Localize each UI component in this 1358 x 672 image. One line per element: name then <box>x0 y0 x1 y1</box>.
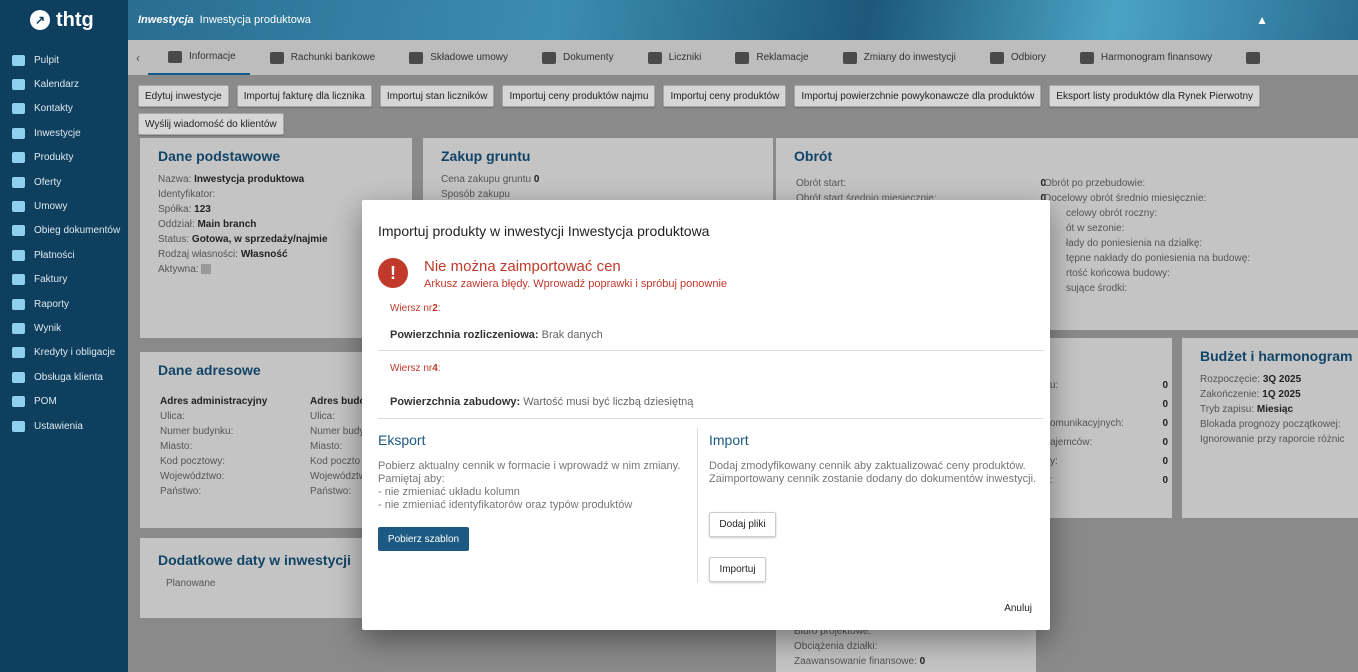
investments-icon <box>12 127 25 139</box>
brand-name: thtg <box>56 8 94 31</box>
sidebar-item-label: Produkty <box>34 152 74 164</box>
sidebar-item-umowy[interactable]: Umowy <box>0 194 128 218</box>
error-subtext: Arkusz zawiera błędy. Wprowadź poprawki … <box>424 278 728 290</box>
sidebar-item-kontakty[interactable]: Kontakty <box>0 97 128 121</box>
sidebar-item-label: Obieg dokumentów <box>34 225 121 237</box>
sidebar-item-kredyty[interactable]: Kredyty i obligacje <box>0 341 128 365</box>
sidebar-item-label: Płatności <box>34 249 75 261</box>
add-files-button[interactable]: Dodaj pliki <box>709 512 776 537</box>
dialog-title: Importuj produkty w inwestycji Inwestycj… <box>378 223 710 239</box>
invoices-icon <box>12 274 25 286</box>
reports-icon <box>12 298 25 310</box>
sidebar-item-inwestycje[interactable]: Inwestycje <box>0 121 128 145</box>
sidebar-item-obsluga-klienta[interactable]: Obsługa klienta <box>0 365 128 389</box>
import-button[interactable]: Importuj <box>709 557 766 582</box>
error-icon: ! <box>378 258 408 288</box>
sidebar-item-kalendarz[interactable]: Kalendarz <box>0 72 128 96</box>
payments-icon <box>12 249 25 261</box>
sidebar: ↗ thtg Pulpit Kalendarz Kontakty Inwesty… <box>0 0 128 672</box>
sidebar-item-faktury[interactable]: Faktury <box>0 268 128 292</box>
sidebar-item-label: Kalendarz <box>34 79 80 91</box>
logo-mark-icon: ↗ <box>30 10 50 30</box>
credits-icon <box>12 347 25 359</box>
import-description: Dodaj zmodyfikowany cennik aby zaktualiz… <box>709 460 1037 485</box>
sidebar-item-obieg-dokumentow[interactable]: Obieg dokumentów <box>0 219 128 243</box>
brand-logo[interactable]: ↗ thtg <box>0 0 128 40</box>
cancel-button[interactable]: Anuluj <box>1004 603 1032 614</box>
contracts-icon <box>12 201 25 213</box>
sidebar-item-label: Oferty <box>34 176 62 188</box>
products-icon <box>12 152 25 164</box>
import-heading: Import <box>709 432 749 448</box>
export-heading: Eksport <box>378 432 426 448</box>
contacts-icon <box>12 103 25 115</box>
result-icon <box>12 322 25 334</box>
section-divider <box>697 428 698 583</box>
divider <box>378 350 1044 351</box>
sidebar-item-label: Pulpit <box>34 54 60 66</box>
dashboard-icon <box>12 54 25 66</box>
sidebar-item-raporty[interactable]: Raporty <box>0 292 128 316</box>
support-icon <box>12 371 25 383</box>
sidebar-item-pulpit[interactable]: Pulpit <box>0 48 128 72</box>
sidebar-item-pom[interactable]: POM <box>0 389 128 413</box>
sidebar-item-label: Ustawienia <box>34 420 83 432</box>
sidebar-item-label: POM <box>34 396 57 408</box>
sidebar-item-wynik[interactable]: Wynik <box>0 316 128 340</box>
error-heading: Nie można zaimportować cen <box>424 258 621 275</box>
sidebar-item-label: Faktury <box>34 274 68 286</box>
sidebar-item-label: Obsługa klienta <box>34 371 103 383</box>
sidebar-nav: Pulpit Kalendarz Kontakty Inwestycje Pro… <box>0 48 128 438</box>
settings-icon <box>12 420 25 432</box>
pom-icon <box>12 396 25 408</box>
sidebar-item-label: Raporty <box>34 298 70 310</box>
sidebar-item-produkty[interactable]: Produkty <box>0 146 128 170</box>
error-row-detail: Powierzchnia rozliczeniowa: Brak danych <box>390 329 603 341</box>
error-row-label: Wiersz nr2: <box>390 303 441 314</box>
sidebar-item-label: Inwestycje <box>34 127 81 139</box>
sidebar-item-ustawienia[interactable]: Ustawienia <box>0 414 128 438</box>
sidebar-item-label: Kredyty i obligacje <box>34 347 116 359</box>
calendar-icon <box>12 79 25 91</box>
import-products-dialog: Importuj produkty w inwestycji Inwestycj… <box>362 200 1050 630</box>
sidebar-item-oferty[interactable]: Oferty <box>0 170 128 194</box>
sidebar-item-label: Wynik <box>34 322 62 334</box>
sidebar-item-platnosci[interactable]: Płatności <box>0 243 128 267</box>
error-row-label: Wiersz nr4: <box>390 363 441 374</box>
divider <box>378 418 1044 419</box>
download-template-button[interactable]: Pobierz szablon <box>378 527 469 551</box>
error-row-detail: Powierzchnia zabudowy: Wartość musi być … <box>390 396 694 408</box>
sidebar-item-label: Kontakty <box>34 103 73 115</box>
offers-icon <box>12 176 25 188</box>
sidebar-item-label: Umowy <box>34 201 68 213</box>
documents-icon <box>12 225 25 237</box>
export-description: Pobierz aktualny cennik w formacie i wpr… <box>378 460 681 511</box>
